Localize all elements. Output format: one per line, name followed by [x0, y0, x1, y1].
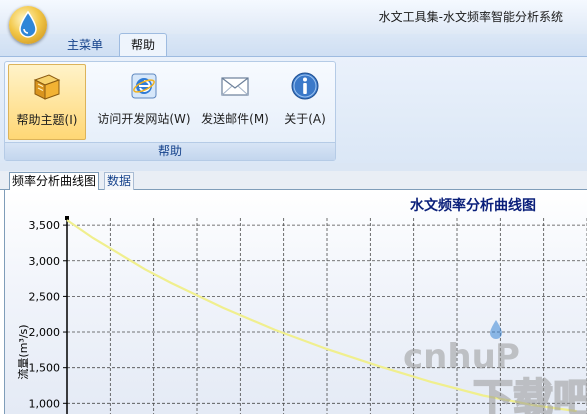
- y-tick-label: 3,000: [29, 255, 61, 268]
- svg-text:P: P: [495, 337, 520, 377]
- axis-origin-marker: [65, 216, 69, 220]
- application-menu-button[interactable]: [9, 6, 47, 44]
- tab-help[interactable]: 帮助: [119, 33, 168, 57]
- chart-panel: 水文频率分析曲线图 3,500 3,000 2,500 2,000 1,500 1,000…: [4, 190, 587, 414]
- window-title: 水文工具集-水文频率智能分析系统: [378, 10, 563, 24]
- visit-website-button[interactable]: 访问开发网站(W): [89, 64, 199, 138]
- y-tick-label: 1,000: [29, 397, 61, 410]
- chart-title: 水文频率分析曲线图: [410, 197, 536, 214]
- tab-data[interactable]: 数据: [104, 172, 135, 190]
- ribbon-group-caption: 帮助: [5, 142, 335, 160]
- frequency-chart: 水文频率分析曲线图 3,500 3,000 2,500 2,000 1,500 1,000…: [16, 197, 587, 414]
- info-icon: [291, 72, 319, 100]
- help-topics-button[interactable]: 帮助主题(I): [8, 64, 86, 140]
- browser-icon: [131, 73, 157, 99]
- book-icon: [33, 74, 61, 100]
- svg-text:下载吧: 下载吧: [473, 376, 587, 414]
- title-bar: 水文工具集-水文频率智能分析系统: [0, 0, 587, 34]
- envelope-icon: [221, 77, 249, 96]
- y-tick-label: 2,500: [29, 290, 61, 303]
- about-button[interactable]: 关于(A): [277, 64, 333, 138]
- help-topics-label: 帮助主题(I): [16, 113, 78, 127]
- ribbon-tab-bar: 主菜单 帮助: [0, 33, 587, 57]
- tab-frequency-curve[interactable]: 频率分析曲线图: [9, 172, 100, 190]
- y-axis-label: 流量(m³/s): [16, 324, 30, 379]
- about-label: 关于(A): [284, 112, 326, 126]
- ribbon-separator: [0, 163, 587, 171]
- ribbon-panel: 帮助主题(I) 访问开发网站(W) 发送邮件(M) 关于(A) 帮助: [0, 56, 587, 163]
- send-email-button[interactable]: 发送邮件(M): [197, 64, 273, 138]
- watermark-logo: cnhu P 下载吧: [403, 320, 587, 414]
- tab-main-menu[interactable]: 主菜单: [56, 34, 114, 56]
- water-drop-icon: [19, 11, 37, 38]
- visit-website-label: 访问开发网站(W): [97, 112, 191, 126]
- y-tick-label: 1,500: [29, 362, 61, 375]
- ribbon-group-help: 帮助主题(I) 访问开发网站(W) 发送邮件(M) 关于(A) 帮助: [4, 61, 336, 161]
- svg-text:cnhu: cnhu: [403, 337, 496, 377]
- y-axis-ticks: 3,500 3,000 2,500 2,000 1,500 1,000: [29, 219, 67, 410]
- y-tick-label: 2,000: [29, 326, 61, 339]
- send-email-label: 发送邮件(M): [201, 112, 269, 126]
- y-tick-label: 3,500: [29, 219, 61, 232]
- document-tab-bar: 频率分析曲线图 数据: [0, 171, 587, 190]
